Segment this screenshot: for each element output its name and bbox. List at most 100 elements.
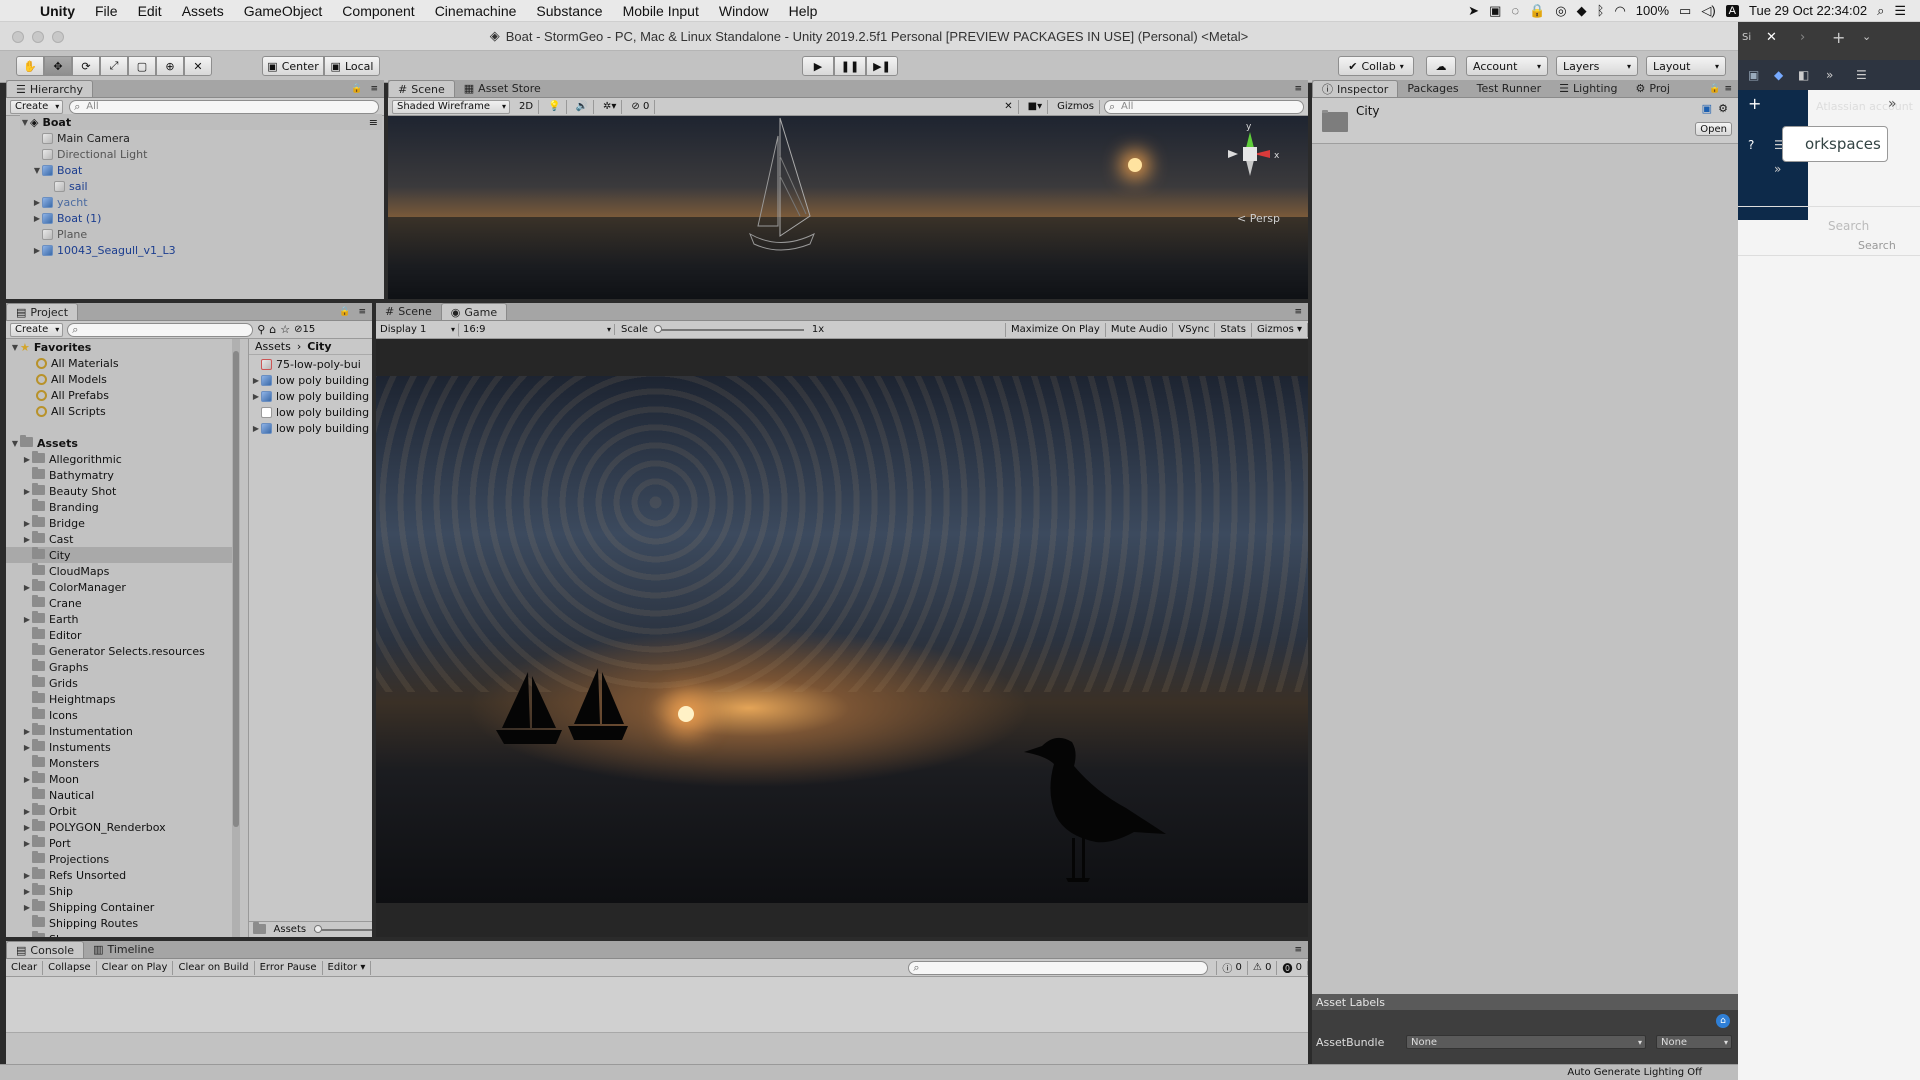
hierarchy-item[interactable]: ▼ Boat xyxy=(32,162,82,178)
expand-arrow-icon[interactable]: ▶ xyxy=(22,535,32,544)
info-filter-toggle[interactable]: ⓘ 0 xyxy=(1216,960,1248,975)
expand-arrow-icon[interactable]: ▶ xyxy=(251,376,261,385)
expand-arrow-icon[interactable]: ▶ xyxy=(251,392,261,401)
menu-gameobject[interactable]: GameObject xyxy=(234,3,333,19)
audio-toggle-icon[interactable]: 🔊 xyxy=(571,99,594,114)
icon-size-slider[interactable] xyxy=(314,924,372,933)
tab-project-settings[interactable]: ⚙ Proj xyxy=(1627,80,1679,97)
menu-icon[interactable]: ☰ xyxy=(1856,68,1867,82)
favorite-item[interactable]: All Scripts xyxy=(36,403,106,419)
vsync-toggle[interactable]: VSync xyxy=(1173,322,1216,337)
asset-folder-item[interactable]: Crane xyxy=(6,595,232,611)
asset-labels-header[interactable]: Asset Labels xyxy=(1312,994,1738,1010)
menu-cinemachine[interactable]: Cinemachine xyxy=(425,3,527,19)
rect-tool-icon[interactable]: ▢ xyxy=(128,56,156,76)
hierarchy-create-dropdown[interactable]: Create xyxy=(10,99,64,114)
panel-menu-icon[interactable]: ≡ xyxy=(1294,307,1302,317)
expand-arrow-icon[interactable]: ▶ xyxy=(32,246,42,255)
hierarchy-search-input[interactable]: All xyxy=(69,99,380,114)
hierarchy-item[interactable]: ▶ 10043_Seagull_v1_L3 xyxy=(32,242,176,258)
effects-toggle-icon[interactable]: ✲▾ xyxy=(598,99,623,114)
expand-arrow-icon[interactable]: ▶ xyxy=(22,583,32,592)
clock[interactable]: Tue 29 Oct 22:34:02 xyxy=(1749,3,1867,18)
game-gizmos-dropdown[interactable]: Gizmos ▾ xyxy=(1252,322,1308,337)
tab-console[interactable]: ▤ Console xyxy=(6,941,85,958)
hidden-objects-toggle[interactable]: ⊘ 0 xyxy=(626,99,656,114)
display-dropdown[interactable]: Display 1 xyxy=(376,323,458,337)
panel-menu-icon[interactable]: ≡ xyxy=(358,307,366,317)
tab-asset-store[interactable]: ▦ Asset Store xyxy=(455,80,550,97)
close-tab-icon[interactable]: ✕ xyxy=(1766,30,1777,45)
expand-arrow-icon[interactable]: ▶ xyxy=(22,887,32,896)
step-button[interactable]: ▶❚ xyxy=(866,56,898,76)
asset-folder-item[interactable]: ▶ Instumentation xyxy=(6,723,232,739)
panel-menu-icon[interactable]: ≡ xyxy=(1294,945,1302,955)
asset-folder-item[interactable]: ▶ Port xyxy=(6,835,232,851)
custom-tool-icon[interactable]: ✕ xyxy=(184,56,212,76)
game-viewport[interactable] xyxy=(376,376,1308,903)
hierarchy-item[interactable]: Plane xyxy=(32,226,87,242)
favorites-row[interactable]: ▼ ★ Favorites xyxy=(10,339,91,355)
location-icon[interactable]: ➤ xyxy=(1468,3,1479,19)
favorite-item[interactable]: All Prefabs xyxy=(36,387,109,403)
help-icon[interactable]: ? xyxy=(1748,138,1754,152)
expand-arrow-icon[interactable]: ▶ xyxy=(32,214,42,223)
breadcrumb-assets[interactable]: Assets xyxy=(255,340,291,353)
minimize-window-button[interactable] xyxy=(32,31,44,43)
hand-tool-icon[interactable]: ✋ xyxy=(16,56,44,76)
tab-timeline[interactable]: ▥ Timeline xyxy=(84,941,163,958)
asset-folder-item[interactable]: Graphs xyxy=(6,659,232,675)
screen-icon[interactable]: ▣ xyxy=(1489,3,1501,19)
expand-arrow-icon[interactable]: ▼ xyxy=(20,118,30,127)
pause-button[interactable]: ❚❚ xyxy=(834,56,866,76)
extension-icon[interactable]: ◆ xyxy=(1774,68,1783,82)
panel-menu-icon[interactable]: ≡ xyxy=(370,84,378,94)
mute-audio-toggle[interactable]: Mute Audio xyxy=(1106,322,1174,337)
wifi-icon[interactable]: ◠ xyxy=(1614,3,1625,19)
tab-packages[interactable]: Packages xyxy=(1398,80,1467,97)
close-window-button[interactable] xyxy=(12,31,24,43)
project-create-dropdown[interactable]: Create xyxy=(10,322,64,337)
volume-icon[interactable]: ◁) xyxy=(1701,3,1715,19)
project-search-input[interactable] xyxy=(67,322,254,337)
tab-list-chevron-icon[interactable]: ⌄ xyxy=(1862,30,1871,43)
menu-component[interactable]: Component xyxy=(332,3,424,19)
asset-folder-item[interactable]: ▶ ColorManager xyxy=(6,579,232,595)
asset-folder-item[interactable]: Branding xyxy=(6,499,232,515)
scene-search-input[interactable]: All xyxy=(1104,99,1304,114)
menu-help[interactable]: Help xyxy=(779,3,828,19)
expand-arrow-icon[interactable]: ▶ xyxy=(22,455,32,464)
scene-orientation-gizmo[interactable]: y x xyxy=(1224,120,1294,210)
camera-icon[interactable]: ■▾ xyxy=(1023,99,1049,114)
menu-mobile-input[interactable]: Mobile Input xyxy=(613,3,709,19)
favorite-item[interactable]: All Materials xyxy=(36,355,119,371)
asset-folder-item[interactable]: Grids xyxy=(6,675,232,691)
asset-folder-item[interactable]: ▶ Earth xyxy=(6,611,232,627)
asset-folder-item[interactable]: Generator Selects.resources xyxy=(6,643,232,659)
breadcrumb-city[interactable]: City xyxy=(307,340,331,353)
maximize-on-play-toggle[interactable]: Maximize On Play xyxy=(1005,322,1106,337)
warning-filter-toggle[interactable]: ⚠ 0 xyxy=(1248,960,1278,975)
expand-arrow-icon[interactable]: ▶ xyxy=(22,519,32,528)
spotlight-icon[interactable]: ⌕ xyxy=(1877,3,1884,19)
more-extensions-icon[interactable]: » xyxy=(1826,68,1833,82)
tab-lighting[interactable]: ☰ Lighting xyxy=(1550,80,1626,97)
plus-icon[interactable]: + xyxy=(1748,94,1761,113)
asset-folder-item[interactable]: Editor xyxy=(6,627,232,643)
notification-center-icon[interactable]: ☰ xyxy=(1894,3,1906,19)
menu-edit[interactable]: Edit xyxy=(128,3,172,19)
new-tab-icon[interactable]: + xyxy=(1832,28,1845,47)
asset-folder-item[interactable]: ▶ Cast xyxy=(6,531,232,547)
file-item[interactable]: ▶ low poly building xyxy=(251,388,369,404)
asset-folder-item[interactable]: ▶ Shipping Container xyxy=(6,899,232,915)
accessibility-icon[interactable]: ◎ xyxy=(1555,3,1566,19)
layers-dropdown[interactable]: Layers ▾ xyxy=(1556,56,1638,76)
expand-arrow-icon[interactable]: ▶ xyxy=(22,615,32,624)
scale-slider[interactable] xyxy=(653,324,804,333)
panel-menu-icon[interactable]: ≡ xyxy=(1724,84,1732,94)
expand-arrow-icon[interactable]: ▶ xyxy=(22,839,32,848)
favorite-star-icon[interactable]: ☆ xyxy=(280,323,290,336)
scale-slider-thumb[interactable] xyxy=(653,324,662,333)
assetbundle-variant-dropdown[interactable]: None xyxy=(1656,1035,1732,1049)
bluetooth-icon[interactable]: ᛒ xyxy=(1597,3,1605,18)
